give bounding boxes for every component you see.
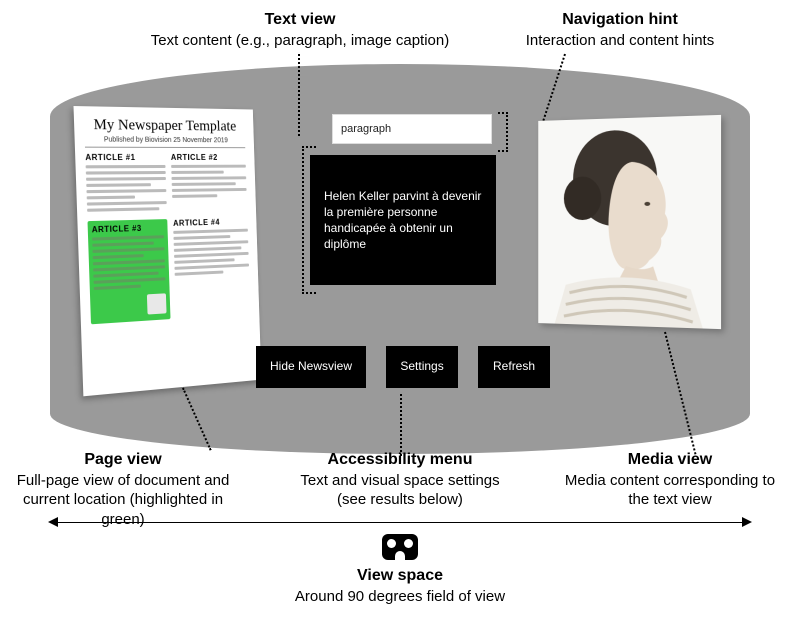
accessibility-menu: Hide Newsview Settings Refresh — [256, 346, 550, 388]
navigation-hint-bar[interactable]: paragraph — [332, 114, 492, 144]
article-4-heading: ARTICLE #4 — [173, 217, 248, 228]
navigation-hint-text: paragraph — [341, 123, 391, 135]
vr-headset-icon — [382, 534, 418, 560]
text-view-panel[interactable]: Helen Keller parvint à devenir la premiè… — [310, 155, 496, 285]
hide-newsview-button[interactable]: Hide Newsview — [256, 346, 366, 388]
media-view-panel[interactable] — [538, 115, 721, 329]
field-of-view-arrow — [50, 522, 750, 523]
bracket-nav-hint — [498, 112, 508, 152]
label-navigation-hint: Navigation hint Interaction and content … — [490, 10, 750, 50]
article-3-highlighted: ARTICLE #3 — [87, 219, 170, 324]
newspaper-title: My Newspaper Template — [84, 117, 245, 136]
article-1-heading: ARTICLE #1 — [85, 153, 165, 162]
leader-textview — [298, 54, 300, 136]
article-3-thumbnail — [147, 293, 167, 314]
portrait-photo — [538, 115, 721, 329]
settings-button[interactable]: Settings — [386, 346, 458, 388]
label-view-space: View space Around 90 degrees field of vi… — [280, 566, 520, 606]
page-view-panel[interactable]: My Newspaper Template Published by Biovi… — [73, 106, 261, 396]
label-accessibility-menu: Accessibility menu Text and visual space… — [290, 450, 510, 510]
label-media-view: Media view Media content corresponding t… — [560, 450, 780, 510]
article-2-heading: ARTICLE #2 — [171, 153, 246, 162]
text-view-content: Helen Keller parvint à devenir la premiè… — [324, 188, 484, 253]
newspaper-publish-line: Published by Biovision 25 November 2019 — [85, 136, 246, 148]
label-page-view: Page view Full-page view of document and… — [8, 450, 238, 529]
leader-accessibility — [400, 394, 402, 456]
refresh-button[interactable]: Refresh — [478, 346, 550, 388]
label-text-view: Text view Text content (e.g., paragraph,… — [140, 10, 460, 50]
